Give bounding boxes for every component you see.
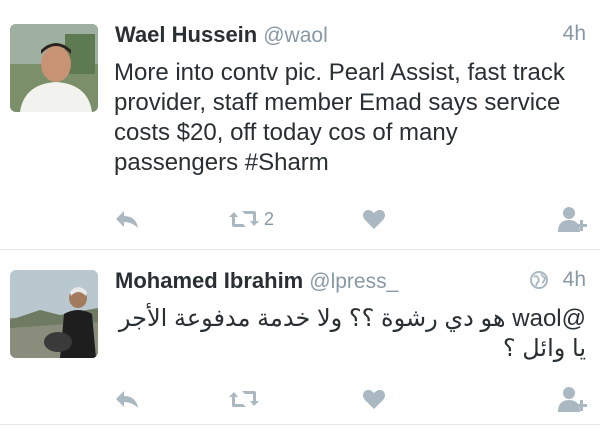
like-button[interactable] <box>362 202 386 236</box>
user-name[interactable]: Wael Hussein <box>115 22 257 47</box>
tweet-header: Mohamed Ibrahim @lpress_ 4h <box>115 268 586 300</box>
tweet-text: More into contv pic. Pearl Assist, fast … <box>114 59 565 176</box>
tweet[interactable]: Wael Hussein @waol 4h More into contv pic… <box>0 0 600 248</box>
like-icon <box>363 389 385 409</box>
tweet-actions <box>114 382 594 416</box>
globe-icon <box>530 271 548 289</box>
tweet-actions: 2 <box>114 202 594 236</box>
retweet-count: 2 <box>264 208 275 229</box>
like-button[interactable] <box>362 382 386 416</box>
follow-icon <box>558 387 587 412</box>
like-icon <box>363 209 385 229</box>
tweet-text: @waol هو دي رشوة ؟؟ ولا خدمة مدفوعة الأج… <box>118 305 586 362</box>
reply-button[interactable] <box>114 202 140 236</box>
reply-icon <box>116 211 138 228</box>
tweet-header: Wael Hussein @waol 4h <box>115 22 586 54</box>
tweet[interactable]: Mohamed Ibrahim @lpress_ 4h @waol هو دي ر… <box>0 250 600 420</box>
user-handle[interactable]: @lpress_ <box>309 270 398 293</box>
user-name[interactable]: Mohamed Ibrahim <box>115 268 303 293</box>
timestamp[interactable]: 4h <box>563 268 586 292</box>
retweet-button[interactable] <box>228 382 264 416</box>
follow-icon <box>558 207 587 232</box>
user-handle[interactable]: @waol <box>263 24 328 47</box>
follow-button[interactable] <box>558 382 588 416</box>
retweet-button[interactable]: 2 <box>228 202 274 236</box>
avatar[interactable] <box>10 24 98 112</box>
reply-button[interactable] <box>114 382 140 416</box>
avatar[interactable] <box>10 270 98 358</box>
reply-icon <box>116 391 138 408</box>
retweet-icon <box>229 391 259 407</box>
follow-button[interactable] <box>558 202 588 236</box>
retweet-icon <box>229 211 259 227</box>
tweet-divider <box>0 424 600 425</box>
timestamp[interactable]: 4h <box>563 22 586 46</box>
